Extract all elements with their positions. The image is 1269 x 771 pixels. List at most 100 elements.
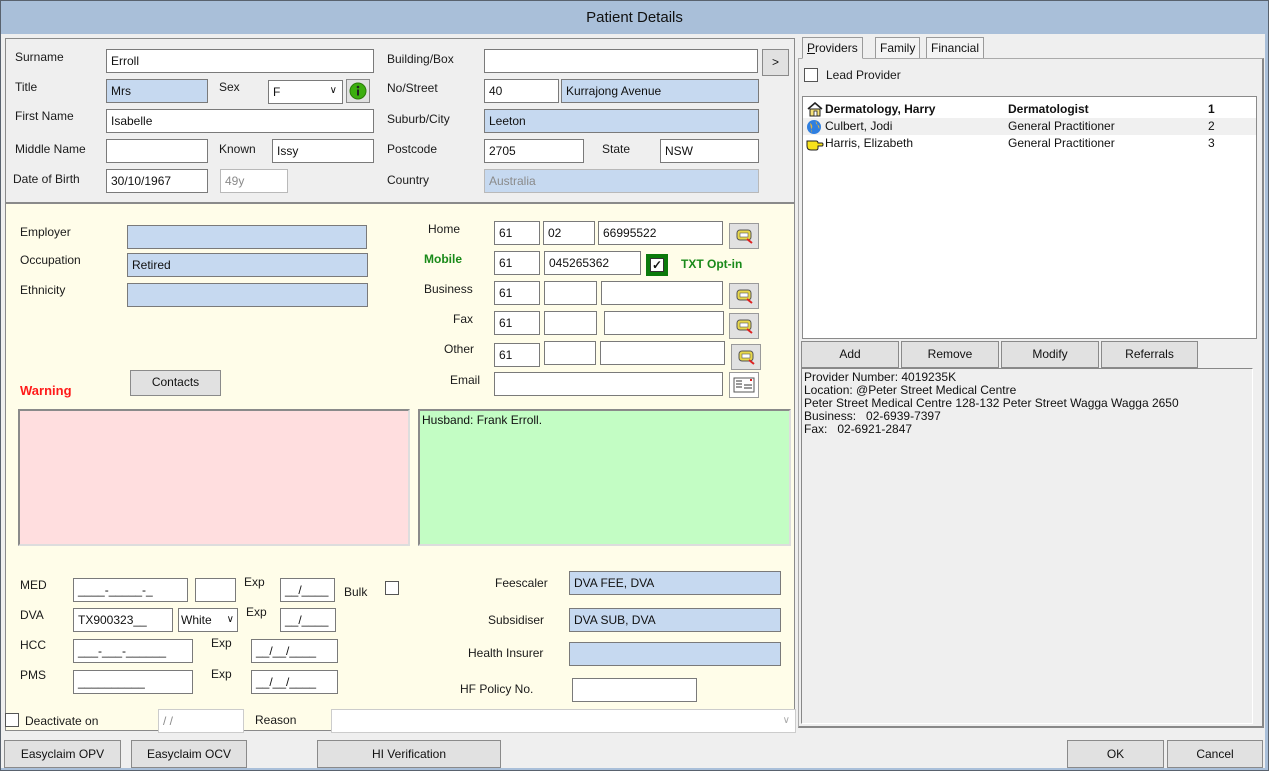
mobile-number-input[interactable]: 045265362 xyxy=(544,251,641,275)
provider-row[interactable]: Dermatology, Harry Dermatologist 1 xyxy=(803,101,1256,118)
mobile-phone-label: Mobile xyxy=(424,252,462,266)
chevron-down-icon: ∨ xyxy=(329,85,337,96)
providers-list[interactable]: Dermatology, Harry Dermatologist 1 Culbe… xyxy=(802,96,1257,339)
dial-fax-button[interactable] xyxy=(729,313,759,339)
first-name-input[interactable]: Isabelle xyxy=(106,109,374,133)
dial-home-button[interactable] xyxy=(729,223,759,249)
cancel-button[interactable]: Cancel xyxy=(1167,740,1263,768)
fax-number-input[interactable] xyxy=(604,311,724,335)
send-email-button[interactable] xyxy=(729,372,759,398)
modify-provider-button[interactable]: Modify xyxy=(1001,341,1099,368)
provider-rank: 3 xyxy=(1208,136,1215,150)
country-input[interactable]: Australia xyxy=(484,169,759,193)
dva-exp-input[interactable]: __/____ xyxy=(280,608,336,632)
referrals-button[interactable]: Referrals xyxy=(1101,341,1198,368)
pms-label: PMS xyxy=(20,668,47,682)
tab-family[interactable]: Family xyxy=(875,37,921,59)
tab-providers[interactable]: Providers xyxy=(802,37,863,59)
providers-tab-panel: Lead Provider Dermatology, Harry Dermato… xyxy=(798,58,1264,728)
medicare-irn-input[interactable] xyxy=(195,578,236,602)
business-number-input[interactable] xyxy=(601,281,723,305)
notes-textarea[interactable]: Husband: Frank Erroll. xyxy=(418,409,791,546)
sex-select[interactable]: F ∨ xyxy=(268,80,343,104)
provider-row[interactable]: Harris, Elizabeth General Practitioner 3 xyxy=(803,135,1256,152)
dva-card-value: White xyxy=(181,613,212,627)
middle-name-input[interactable] xyxy=(106,139,208,163)
dial-business-button[interactable] xyxy=(729,283,759,309)
feescaler-input[interactable]: DVA FEE, DVA xyxy=(569,571,781,595)
country-label: Country xyxy=(387,173,430,187)
fax-country-input[interactable]: 61 xyxy=(494,311,540,335)
other-country-input[interactable]: 61 xyxy=(494,343,540,367)
title-input[interactable]: Mrs xyxy=(106,79,208,103)
dva-card-select[interactable]: White ∨ xyxy=(178,608,238,632)
email-input[interactable] xyxy=(494,372,723,396)
state-input[interactable]: NSW xyxy=(660,139,759,163)
postcode-input[interactable]: 2705 xyxy=(484,139,584,163)
info-button[interactable] xyxy=(346,79,370,103)
hi-verification-button[interactable]: HI Verification xyxy=(317,740,501,768)
tab-financial[interactable]: Financial xyxy=(926,37,985,59)
dial-other-button[interactable] xyxy=(731,344,761,370)
home-area-input[interactable]: 02 xyxy=(543,221,595,245)
dob-input[interactable]: 30/10/1967 xyxy=(106,169,208,193)
pointing-hand-icon xyxy=(806,136,824,156)
deactivate-label: Deactivate on xyxy=(25,714,99,728)
pms-exp-label: Exp xyxy=(211,667,232,681)
demographics-group: Surname Erroll Title Mrs Sex F ∨ First N… xyxy=(5,38,795,203)
occupation-input[interactable]: Retired xyxy=(127,253,368,277)
provider-row[interactable]: Culbert, Jodi General Practitioner 2 xyxy=(803,118,1256,135)
hf-policy-input[interactable] xyxy=(572,678,697,702)
building-input[interactable] xyxy=(484,49,758,73)
street-number-input[interactable]: 40 xyxy=(484,79,559,103)
contacts-button[interactable]: Contacts xyxy=(130,370,221,396)
warning-textarea[interactable] xyxy=(18,409,410,546)
bulk-checkbox[interactable] xyxy=(385,581,399,595)
tab-providers-label: Providers xyxy=(807,41,858,55)
home-phone-label: Home xyxy=(428,222,461,236)
street-input[interactable]: Kurrajong Avenue xyxy=(561,79,759,103)
surname-label: Surname xyxy=(15,50,64,64)
deactivate-checkbox[interactable] xyxy=(5,713,19,727)
add-provider-button[interactable]: Add xyxy=(801,341,899,368)
first-name-label: First Name xyxy=(15,109,74,123)
business-country-input[interactable]: 61 xyxy=(494,281,540,305)
other-number-input[interactable] xyxy=(600,341,725,365)
surname-input[interactable]: Erroll xyxy=(106,49,374,73)
business-area-input[interactable] xyxy=(544,281,597,305)
medicare-exp-input[interactable]: __/____ xyxy=(280,578,335,602)
home-country-input[interactable]: 61 xyxy=(494,221,540,245)
fax-area-input[interactable] xyxy=(544,311,597,335)
suburb-input[interactable]: Leeton xyxy=(484,109,759,133)
txt-optin-checkbox[interactable]: ✓ xyxy=(646,254,668,276)
medicare-number-input[interactable]: ____-_____-_ xyxy=(73,578,188,602)
employer-input[interactable] xyxy=(127,225,367,249)
bulk-label: Bulk xyxy=(344,585,368,599)
remove-provider-button[interactable]: Remove xyxy=(901,341,999,368)
chevron-down-icon: ∨ xyxy=(782,715,790,726)
easyclaim-opv-button[interactable]: Easyclaim OPV xyxy=(4,740,121,768)
lead-provider-checkbox[interactable] xyxy=(804,68,818,82)
provider-fax-line: Fax: 02-6921-2847 xyxy=(804,422,913,436)
subsidiser-input[interactable]: DVA SUB, DVA xyxy=(569,608,781,632)
ethnicity-input[interactable] xyxy=(127,283,368,307)
deactivate-date-input[interactable]: / / xyxy=(158,709,244,733)
provider-details-box: Provider Number: 4019235K Location: @Pet… xyxy=(801,368,1253,724)
hcc-exp-input[interactable]: __/__/____ xyxy=(251,639,338,663)
home-number-input[interactable]: 66995522 xyxy=(598,221,723,245)
known-as-input[interactable]: Issy xyxy=(272,139,374,163)
hcc-number-input[interactable]: ___-___-______ xyxy=(73,639,193,663)
reason-label: Reason xyxy=(255,713,297,727)
pms-exp-input[interactable]: __/__/____ xyxy=(251,670,338,694)
easyclaim-ocv-button[interactable]: Easyclaim OCV xyxy=(131,740,247,768)
sex-label: Sex xyxy=(219,80,240,94)
building-label: Building/Box xyxy=(387,52,454,66)
health-insurer-input[interactable] xyxy=(569,642,781,666)
address-expand-button[interactable]: > xyxy=(762,49,789,76)
dva-number-input[interactable]: TX900323__ xyxy=(73,608,173,632)
ok-button[interactable]: OK xyxy=(1067,740,1164,768)
other-area-input[interactable] xyxy=(544,341,596,365)
mobile-country-input[interactable]: 61 xyxy=(494,251,540,275)
reason-select[interactable]: ∨ xyxy=(331,709,796,733)
pms-number-input[interactable]: __________ xyxy=(73,670,193,694)
